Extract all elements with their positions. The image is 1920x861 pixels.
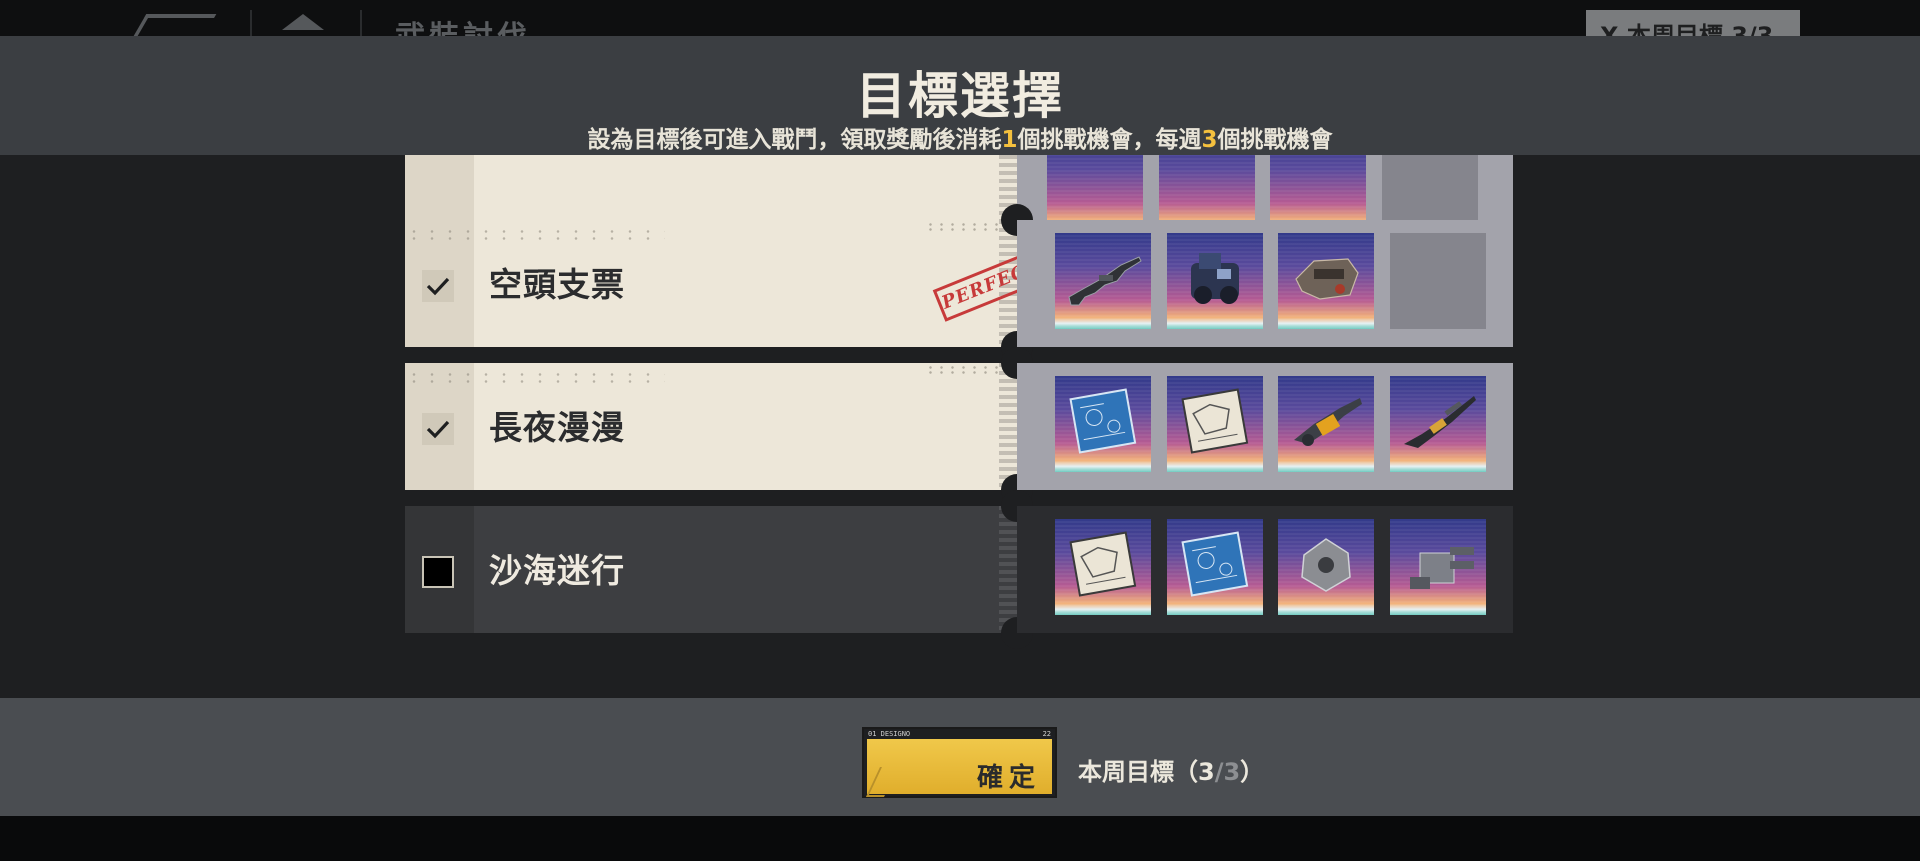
target-checkbox[interactable] <box>422 270 454 302</box>
reward-slot-rifle[interactable] <box>1055 233 1151 329</box>
back-arrow-icon[interactable] <box>133 14 217 36</box>
sniper-rifle-icon <box>1404 396 1476 448</box>
blueprint-icon <box>1069 388 1137 454</box>
armor-mech-icon <box>1191 253 1239 304</box>
reward-slot-blueprint[interactable] <box>1055 376 1151 472</box>
bottom-strip <box>0 816 1920 861</box>
background-screen-title: 武裝討伐 <box>395 12 531 36</box>
confirm-code: 22 <box>1042 730 1051 738</box>
reward-slot-gauntlet[interactable] <box>1278 233 1374 329</box>
reward-slot-cannon[interactable] <box>1278 376 1374 472</box>
gauntlet-icon <box>1295 258 1359 300</box>
ticket-perforation <box>999 506 1017 633</box>
cannon-icon <box>1294 398 1362 446</box>
reward-slot-turret[interactable] <box>1390 519 1486 615</box>
home-icon[interactable] <box>282 14 324 36</box>
reward-slot-mech[interactable] <box>1167 233 1263 329</box>
target-list[interactable]: 空頭支票 PERFECT 長夜漫漫 沙海迷行 <box>0 155 1920 698</box>
weekly-target-status: 本周目標（3/3） <box>1078 752 1264 787</box>
schematic-icon <box>1181 388 1249 454</box>
reward-slot-schematic[interactable] <box>1167 376 1263 472</box>
subtitle-text: 設為目標後可進入戰鬥，領取獎勵後消耗 <box>587 127 1002 153</box>
divider <box>250 10 252 36</box>
game-screen: 武裝討伐 X 本周目標 3/3 目標選擇 設為目標後可進入戰鬥，領取獎勵後消耗1… <box>0 0 1920 861</box>
weekly-label: 本周目標（ <box>1078 758 1198 786</box>
weekly-current: 3 <box>1198 758 1215 786</box>
empty-reward-slot <box>1390 233 1486 329</box>
target-row[interactable]: 空頭支票 PERFECT <box>405 204 1513 363</box>
target-card[interactable]: 沙海迷行 <box>405 506 1017 633</box>
subtitle-text: 個挑戰機會，每週 <box>1017 127 1202 153</box>
target-card[interactable]: 空頭支票 <box>405 220 1017 347</box>
check-icon <box>426 420 450 439</box>
rifle-icon <box>1068 256 1142 306</box>
subtitle-text: 個挑戰機會 <box>1217 127 1333 153</box>
target-checkbox[interactable] <box>422 413 454 445</box>
schematic-icon <box>1069 531 1137 597</box>
confirm-button[interactable]: 01 DESIGNO 22 確定 <box>862 727 1057 798</box>
subtitle-highlight-cost: 1 <box>1001 127 1018 153</box>
modal-subtitle: 設為目標後可進入戰鬥，領取獎勵後消耗1個挑戰機會，每週3個挑戰機會 <box>0 120 1920 154</box>
armor-plate-icon <box>1301 538 1351 592</box>
decorative-texture <box>405 371 665 385</box>
ticket-perforation <box>999 363 1017 490</box>
decorative-texture <box>405 228 665 242</box>
target-row[interactable]: 沙海迷行 <box>405 490 1513 649</box>
target-name: 長夜漫漫 <box>489 408 625 447</box>
reward-slot-schematic[interactable] <box>1055 519 1151 615</box>
target-card[interactable]: 長夜漫漫 <box>405 363 1017 490</box>
subtitle-highlight-weekly: 3 <box>1201 127 1218 153</box>
divider <box>360 10 362 36</box>
confirm-label: 確定 <box>976 763 1041 793</box>
weekly-total: 3 <box>1223 758 1241 786</box>
reward-slot-sniper[interactable] <box>1390 376 1486 472</box>
target-name: 沙海迷行 <box>489 551 625 590</box>
reward-slot-blueprint[interactable] <box>1167 519 1263 615</box>
turret-icon <box>1410 547 1474 589</box>
reward-slot-armor[interactable] <box>1278 519 1374 615</box>
weekly-close: ） <box>1240 758 1265 786</box>
modal-title: 目標選擇 <box>856 67 1064 125</box>
confirm-code: 01 DESIGNO <box>868 730 911 738</box>
target-row[interactable]: 長夜漫漫 <box>405 347 1513 506</box>
target-name: 空頭支票 <box>489 265 625 304</box>
target-checkbox[interactable] <box>422 556 454 588</box>
modal-header: 目標選擇 設為目標後可進入戰鬥，領取獎勵後消耗1個挑戰機會，每週3個挑戰機會 <box>0 36 1920 155</box>
confirm-corner-decoration <box>866 767 898 797</box>
blueprint-icon <box>1181 531 1249 597</box>
check-icon <box>426 277 450 296</box>
background-weekly-badge[interactable]: X 本周目標 3/3 <box>1586 10 1800 36</box>
